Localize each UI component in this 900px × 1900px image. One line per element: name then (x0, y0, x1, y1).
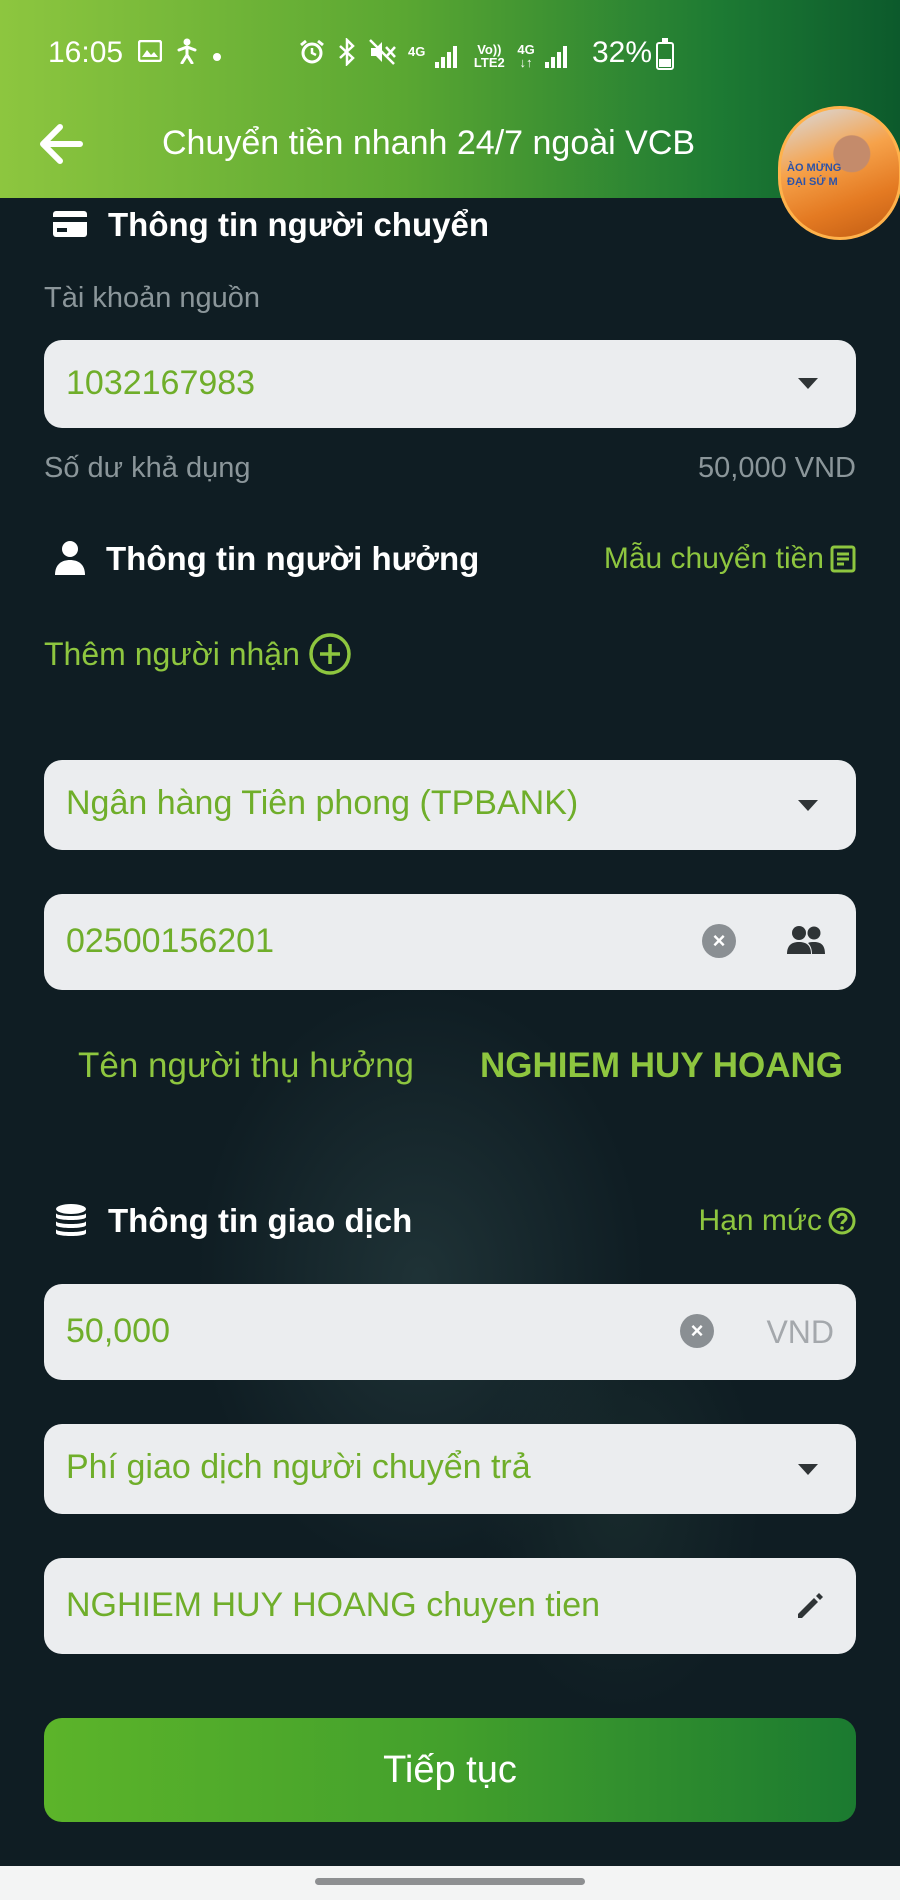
battery-icon (656, 38, 674, 70)
mute-icon (368, 38, 398, 74)
bank-value: Ngân hàng Tiên phong (TPBANK) (66, 784, 579, 822)
account-number-input[interactable]: 02500156201 × (44, 894, 856, 990)
signal-icon-2 (544, 44, 571, 68)
avatar[interactable]: ÀO MỪNG ĐẠI SỨ M (778, 106, 900, 240)
data-arrows-icon: ↓↑ (519, 55, 533, 70)
network-label-1: 4G (408, 43, 426, 59)
network-label-2: 4G ↓↑ (517, 42, 535, 70)
beneficiary-section-title: Thông tin người hưởng (106, 540, 480, 577)
source-account-label: Tài khoản nguồn (44, 282, 261, 314)
system-nav-bar (0, 1866, 900, 1900)
battery-percent: 32% (592, 36, 653, 69)
status-bar: 16:05 4G Vo)) LTE2 4G ↓↑ 32% (0, 30, 900, 80)
receipt-icon (830, 545, 856, 573)
bluetooth-icon (336, 36, 358, 74)
amount-input[interactable]: 50,000 × VND (44, 1284, 856, 1380)
dot-icon (212, 41, 222, 69)
source-account-value: 1032167983 (66, 364, 256, 402)
clear-icon[interactable]: × (680, 1314, 714, 1348)
volte-label: Vo)) LTE2 (473, 42, 505, 70)
user-icon (54, 540, 86, 581)
plus-circle-icon (309, 633, 351, 675)
fee-option-value: Phí giao dịch người chuyển trả (66, 1448, 531, 1486)
bank-select[interactable]: Ngân hàng Tiên phong (TPBANK) (44, 760, 856, 850)
background-decoration (0, 900, 900, 1860)
chevron-down-icon (798, 1464, 818, 1475)
account-number-value: 02500156201 (66, 922, 275, 960)
home-indicator[interactable] (315, 1878, 585, 1885)
arrow-left-icon (40, 124, 83, 164)
avatar-banner-text: ÀO MỪNG ĐẠI SỨ M (787, 162, 842, 188)
source-account-select[interactable]: 1032167983 (44, 340, 856, 428)
status-time: 16:05 (48, 36, 124, 69)
add-recipient-button[interactable]: Thêm người nhận (44, 632, 352, 676)
fee-option-select[interactable]: Phí giao dịch người chuyển trả (44, 1424, 856, 1514)
gallery-icon (137, 39, 163, 69)
alarm-icon (298, 38, 326, 74)
accessibility-icon (176, 38, 198, 71)
beneficiary-name-value: NGHIEM HUY HOANG (480, 1046, 843, 1085)
chevron-down-icon (798, 800, 818, 811)
app-header: 16:05 4G Vo)) LTE2 4G ↓↑ 32% Chuyển tiền… (0, 0, 900, 198)
signal-icon-1 (435, 44, 461, 68)
amount-value: 50,000 (66, 1312, 170, 1350)
chevron-down-icon (798, 378, 818, 389)
transfer-template-link[interactable]: Mẫu chuyển tiền (604, 542, 856, 576)
back-button[interactable] (36, 118, 88, 170)
page-title: Chuyển tiền nhanh 24/7 ngoài VCB (162, 124, 696, 162)
pencil-icon[interactable] (794, 1590, 826, 1627)
note-input[interactable]: NGHIEM HUY HOANG chuyen tien (44, 1558, 856, 1654)
balance-label: Số dư khả dụng (44, 452, 251, 484)
limit-link[interactable]: Hạn mức (699, 1204, 856, 1238)
contacts-icon[interactable] (786, 924, 826, 963)
beneficiary-name-label: Tên người thụ hưởng (78, 1046, 415, 1085)
clear-icon[interactable]: × (702, 924, 736, 958)
help-icon (828, 1207, 856, 1235)
transaction-section-title: Thông tin giao dịch (108, 1202, 413, 1239)
note-value: NGHIEM HUY HOANG chuyen tien (66, 1586, 601, 1624)
currency-label: VND (766, 1314, 834, 1350)
coins-icon (52, 1202, 90, 1243)
sender-section-title: Thông tin người chuyển (108, 206, 489, 243)
balance-value: 50,000 VND (698, 452, 856, 484)
continue-button[interactable]: Tiếp tục (44, 1718, 856, 1822)
card-icon (52, 210, 88, 243)
